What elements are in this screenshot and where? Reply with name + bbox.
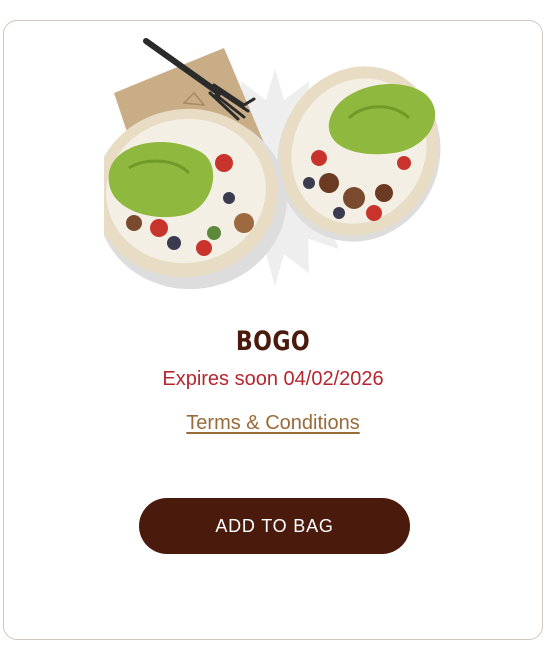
add-to-bag-button[interactable]: ADD TO BAG (139, 498, 410, 554)
expiry-text: Expires soon 04/02/2026 (162, 368, 384, 390)
terms-conditions-link[interactable]: Terms & Conditions (4, 412, 542, 435)
burrito-bowls-image (104, 38, 441, 290)
offer-title: BOGO (235, 326, 311, 357)
offer-card: BOGO Expires soon 04/02/2026 Terms & Con… (3, 20, 543, 640)
